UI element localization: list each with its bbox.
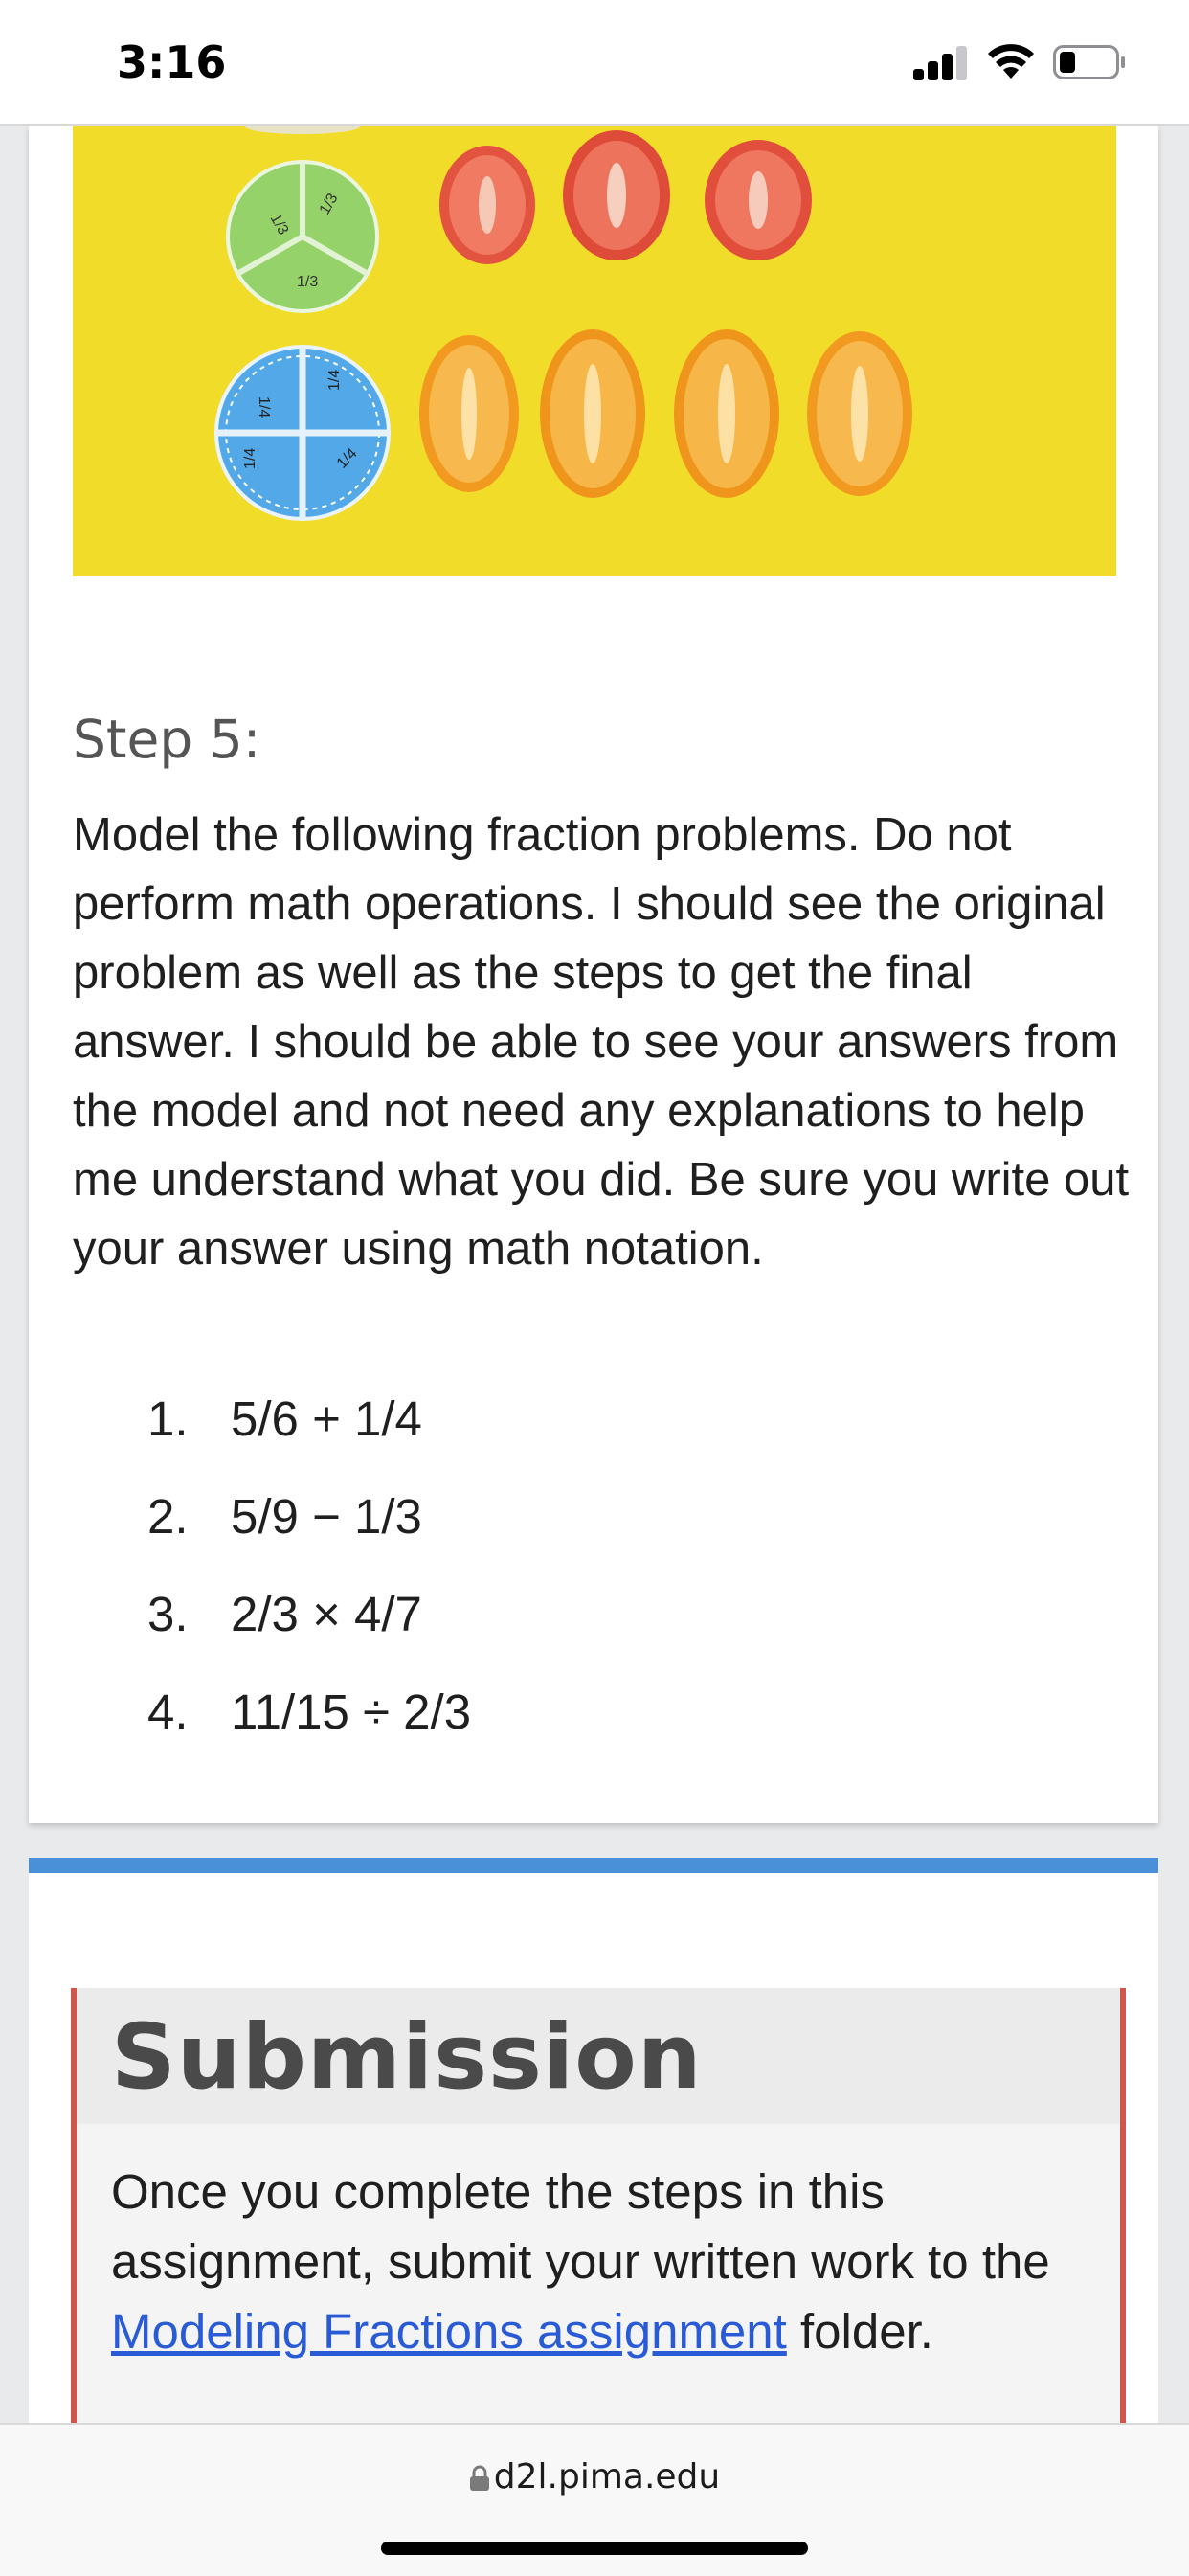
problem-number: 1.: [147, 1391, 189, 1446]
modeling-fractions-assignment-link[interactable]: Modeling Fractions assignment: [111, 2304, 787, 2359]
url-text: d2l.pima.edu: [493, 2457, 721, 2497]
fraction-label: 1/3: [297, 274, 318, 290]
list-item: 2. 5/9 − 1/3: [73, 1488, 1030, 1586]
list-item: 1. 5/6 + 1/4: [73, 1390, 1030, 1488]
problem-text: 5/6 + 1/4: [231, 1391, 422, 1446]
fraction-label: 1/4: [326, 370, 343, 391]
lock-icon: [469, 2465, 489, 2491]
problem-number: 4.: [147, 1684, 189, 1739]
submission-text-before: Once you complete the steps in this assi…: [111, 2164, 1050, 2289]
blue-quarters-circle: 1/4 1/4 1/4 1/4: [214, 345, 391, 521]
list-item: 3. 2/3 × 4/7: [73, 1586, 1030, 1683]
orange-halves: [419, 329, 912, 498]
submission-text-after: folder.: [786, 2304, 933, 2359]
home-indicator[interactable]: [381, 2542, 808, 2555]
battery-icon: [1053, 45, 1125, 79]
step-heading: Step 5:: [73, 709, 261, 770]
problem-text: 2/3 × 4/7: [231, 1587, 422, 1641]
problem-number: 3.: [147, 1587, 189, 1641]
fraction-label: 1/4: [242, 448, 258, 469]
cellular-signal-icon: [913, 46, 969, 80]
section-divider-bar: [29, 1858, 1158, 1873]
status-bar: 3:16: [0, 0, 1189, 126]
problem-text: 5/9 − 1/3: [231, 1489, 422, 1544]
step-instructions: Model the following fraction problems. D…: [73, 809, 1130, 1275]
fractions-fruit-image: 1/3 1/3 1/3 1/4 1/4 1/4 1/4: [73, 126, 1116, 576]
submission-title: Submission: [111, 2005, 703, 2110]
submission-instructions: Once you complete the steps in this assi…: [111, 2157, 1097, 2366]
problem-list: 1. 5/6 + 1/4 2. 5/9 − 1/3 3. 2/3 × 4/7 4…: [73, 1390, 1030, 1781]
fraction-label: 1/4: [256, 396, 272, 418]
green-thirds-circle: 1/3 1/3 1/3: [226, 160, 379, 313]
list-item: 4. 11/15 ÷ 2/3: [73, 1683, 1030, 1781]
wifi-icon: [988, 44, 1034, 79]
url-display[interactable]: d2l.pima.edu: [0, 2457, 1189, 2497]
browser-address-bar[interactable]: d2l.pima.edu: [0, 2423, 1189, 2576]
problem-number: 2.: [147, 1489, 189, 1544]
submission-header: Submission: [77, 1988, 1120, 2124]
grapefruit-halves: [439, 130, 812, 264]
problem-text: 11/15 ÷ 2/3: [231, 1684, 472, 1739]
status-time: 3:16: [117, 36, 227, 88]
